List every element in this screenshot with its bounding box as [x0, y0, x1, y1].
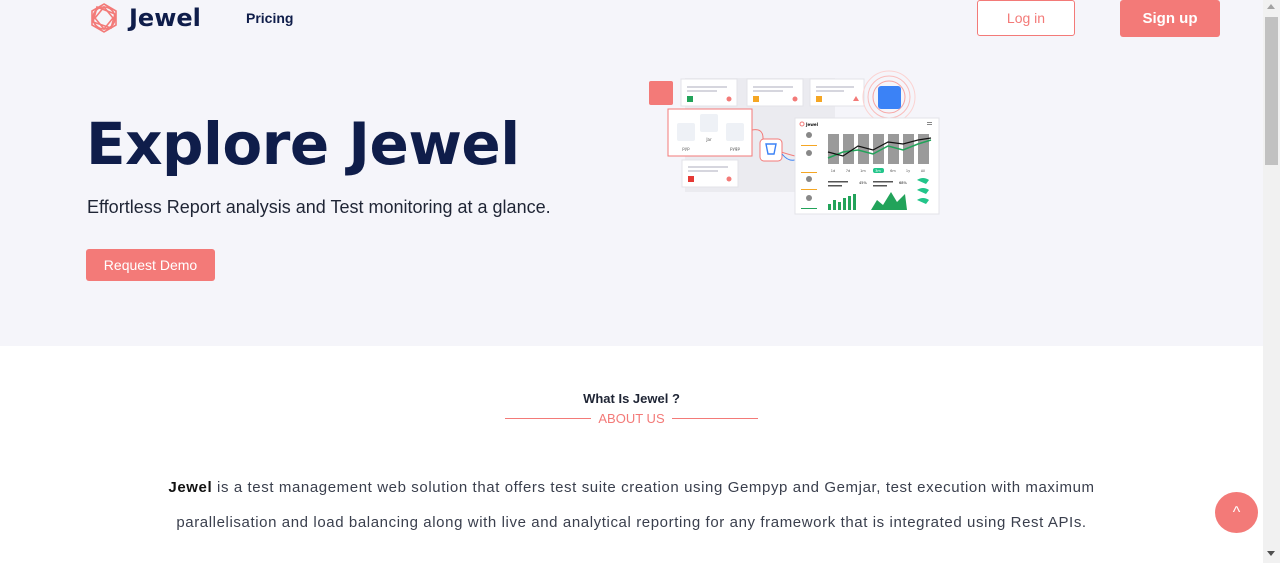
app-label: Jewel [805, 122, 819, 127]
about-heading: What Is Jewel ? [583, 391, 680, 406]
scroll-to-top-button[interactable]: ^ [1215, 492, 1258, 533]
divider-right [672, 418, 758, 419]
about-subheading: ABOUT US [598, 411, 665, 426]
pyp-label: pyp [682, 146, 690, 151]
request-demo-button[interactable]: Request Demo [86, 249, 215, 281]
nav-pricing-link[interactable]: Pricing [246, 10, 293, 26]
scrollbar-thumb[interactable] [1265, 17, 1278, 165]
scroll-up-arrow-icon[interactable] [1267, 4, 1275, 9]
day-label-1d: 1d [831, 169, 835, 173]
login-button[interactable]: Log in [977, 0, 1075, 36]
brand-logo[interactable]: Jewel [88, 2, 201, 34]
jewel-logo-icon [91, 3, 117, 33]
page-scrollbar[interactable] [1263, 0, 1280, 563]
about-body-text: is a test management web solution that o… [176, 479, 1095, 531]
day-label-3m: 3m [875, 169, 881, 173]
stat-2: 68% [899, 181, 907, 185]
hero-section: Jewel Pricing Log in Sign up Explore Jew… [0, 0, 1263, 346]
about-brand-word: Jewel [168, 479, 213, 496]
brand-name: Jewel [129, 4, 201, 32]
page: Jewel Pricing Log in Sign up Explore Jew… [0, 0, 1263, 563]
day-label-1m: 1m [860, 169, 866, 173]
day-label-6m: 6m [890, 169, 896, 173]
hero-subtitle: Effortless Report analysis and Test moni… [87, 197, 551, 217]
day-label-7d: 7d [846, 169, 850, 173]
hero-title: Explore Jewel [86, 110, 520, 178]
jar-label: Jar [705, 137, 712, 142]
gpyp-label: pygp [730, 146, 740, 151]
day-label-1y: 1y [906, 169, 910, 173]
signup-button[interactable]: Sign up [1120, 0, 1220, 37]
about-description: Jewel is a test management web solution … [128, 470, 1135, 540]
day-label-all: All [921, 169, 925, 173]
dashboard-illustration: pyp Jar pygp Jewel 1d 7d 1m 3m 6m 1y All… [649, 70, 940, 215]
stat-1: 45% [859, 181, 867, 185]
scroll-down-arrow-icon[interactable] [1267, 551, 1275, 556]
